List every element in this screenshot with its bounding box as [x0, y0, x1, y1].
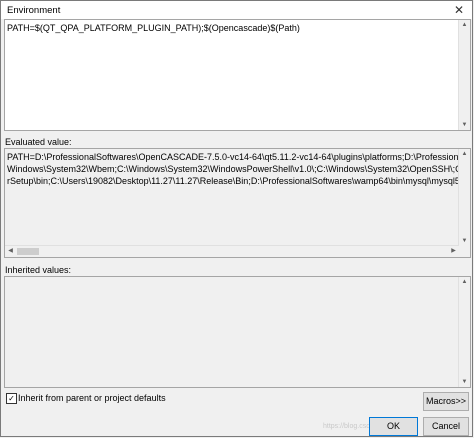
inherited-vertical-scrollbar[interactable]: ▲ ▼ — [458, 277, 470, 387]
evaluated-value-box: PATH=D:\ProfessionalSoftwares\OpenCASCAD… — [4, 148, 471, 258]
environment-dialog: Environment ✕ PATH=$(QT_QPA_PLATFORM_PLU… — [0, 0, 473, 437]
title-bar: Environment ✕ — [1, 1, 472, 19]
evaluated-line-3: rSetup\bin;C:\Users\19082\Desktop\11.27\… — [7, 176, 459, 186]
scroll-down-icon[interactable]: ▼ — [459, 120, 470, 130]
scroll-up-icon[interactable]: ▲ — [459, 20, 470, 30]
edit-vertical-scrollbar[interactable]: ▲ ▼ — [458, 20, 470, 130]
evaluated-horizontal-scrollbar[interactable]: ◀ ▶ — [5, 245, 459, 257]
environment-edit-field[interactable]: PATH=$(QT_QPA_PLATFORM_PLUGIN_PATH);$(Op… — [4, 19, 471, 131]
inherit-checkbox-label[interactable]: Inherit from parent or project defaults — [18, 393, 166, 403]
scroll-up-icon[interactable]: ▲ — [459, 149, 470, 159]
macros-button[interactable]: Macros>> — [423, 392, 469, 411]
evaluated-line-2: Windows\System32\Wbem;C:\Windows\System3… — [7, 164, 459, 174]
scroll-down-icon[interactable]: ▼ — [459, 236, 470, 246]
close-icon[interactable]: ✕ — [450, 3, 468, 17]
dialog-title: Environment — [7, 5, 61, 16]
inherited-values-label: Inherited values: — [5, 265, 72, 275]
scroll-down-icon[interactable]: ▼ — [459, 377, 470, 387]
evaluated-vertical-scrollbar[interactable]: ▲ ▼ — [458, 149, 470, 257]
evaluated-value-label: Evaluated value: — [5, 137, 72, 147]
inherited-values-box: ▲ ▼ — [4, 276, 471, 388]
ok-button[interactable]: OK — [369, 417, 418, 436]
environment-edit-text: PATH=$(QT_QPA_PLATFORM_PLUGIN_PATH);$(Op… — [7, 23, 300, 33]
scroll-left-icon[interactable]: ◀ — [5, 246, 16, 256]
scroll-thumb[interactable] — [17, 248, 39, 255]
inherit-checkbox[interactable]: ✓ — [6, 393, 17, 404]
cancel-button[interactable]: Cancel — [423, 417, 469, 436]
evaluated-line-1: PATH=D:\ProfessionalSoftwares\OpenCASCAD… — [7, 152, 459, 162]
scroll-up-icon[interactable]: ▲ — [459, 277, 470, 287]
scroll-right-icon[interactable]: ▶ — [448, 246, 459, 256]
